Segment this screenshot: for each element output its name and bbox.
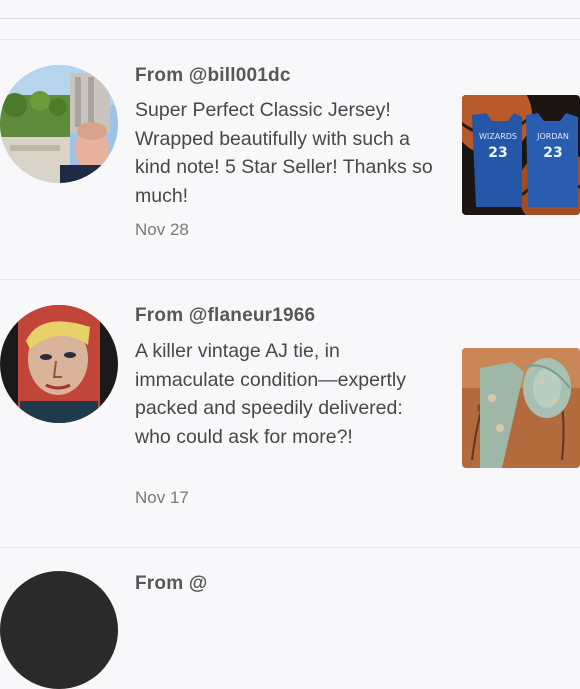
review-item: From @ (0, 0, 580, 689)
reviewer-username[interactable]: From @ (135, 573, 208, 595)
reviewer-avatar[interactable] (0, 571, 118, 689)
